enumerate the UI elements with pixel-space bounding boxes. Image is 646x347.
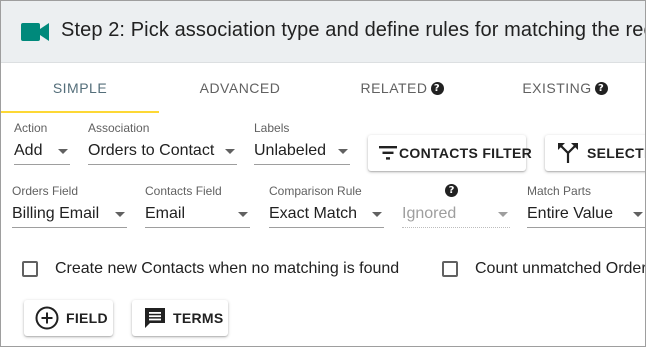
field-label: Labels [254,121,290,135]
field-label: Association [88,121,150,135]
count-unmatched-checkbox[interactable]: Count unmatched Orders [442,260,646,278]
dropdown-arrow-icon [372,212,382,217]
ignored-select: Ignored [402,200,510,228]
add-circle-icon [35,306,59,330]
create-contacts-checkbox[interactable]: Create new Contacts when no matching is … [22,260,399,278]
help-icon[interactable]: ? [430,81,444,95]
tab-existing[interactable]: EXISTING ? [483,63,645,113]
field-label: Comparison Rule [269,184,362,198]
dropdown-arrow-icon [338,149,348,154]
field-label: Match Parts [527,184,592,198]
tab-label: RELATED [360,80,428,96]
dropdown-arrow-icon [58,149,68,154]
association-select[interactable]: Orders to Contact [88,137,237,165]
tab-label: EXISTING [522,80,592,96]
contacts-field-select[interactable]: Email [145,200,250,228]
tab-advanced[interactable]: ADVANCED [159,63,321,113]
tab-simple[interactable]: SIMPLE [1,63,159,113]
checkbox-label: Count unmatched Orders [475,260,646,277]
dropdown-arrow-icon [225,149,235,154]
orders-field-select[interactable]: Billing Email [12,200,127,228]
add-field-button[interactable]: FIELD [24,300,113,336]
selected-value: Entire Value [527,204,613,222]
add-terms-button[interactable]: TERMS [132,300,228,336]
comparison-rule-select[interactable]: Exact Match [269,200,384,228]
checkbox-label: Create new Contacts when no matching is … [55,260,400,277]
selected-value: Exact Match [269,204,358,222]
selected-value: Email [145,204,186,222]
field-label: Contacts Field [145,184,222,198]
dropdown-arrow-icon [633,212,643,217]
dropdown-arrow-icon [115,212,125,217]
field-label: Orders Field [12,184,79,198]
button-label: CONTACTS FILTER [399,145,533,161]
dropdown-arrow-icon [498,212,508,217]
wizard-panel: Step 2: Pick association type and define… [0,0,646,347]
selected-value: Unlabeled [254,141,327,159]
labels-select[interactable]: Unlabeled [254,137,350,165]
field-label: Action [14,121,48,135]
video-camera-icon [21,21,49,48]
tab-bar: SIMPLE ADVANCED RELATED ? EXISTING ? [1,63,645,113]
help-icon[interactable]: ? [445,184,458,197]
match-parts-select[interactable]: Entire Value [527,200,645,228]
button-label: FIELD [66,310,108,326]
merge-arrows-icon [557,142,579,164]
tab-related[interactable]: RELATED ? [321,63,483,113]
checkbox-box[interactable] [22,261,38,277]
button-label: SELECTIONS [587,145,645,161]
button-label: TERMS [173,310,224,326]
selected-value: Add [14,141,43,159]
selected-value: Orders to Contact [88,141,215,159]
contacts-filter-button[interactable]: CONTACTS FILTER [368,135,532,171]
selections-button[interactable]: SELECTIONS [545,135,645,171]
step-header: Step 2: Pick association type and define… [1,1,646,63]
step-title: Step 2: Pick association type and define… [61,19,646,41]
active-tab-indicator [1,111,159,113]
selected-value: Ignored [402,204,457,222]
selected-value: Billing Email [12,204,100,222]
action-select[interactable]: Add [14,137,70,165]
dropdown-arrow-icon [238,212,248,217]
tab-label: SIMPLE [52,80,108,96]
comment-icon [143,306,167,330]
checkbox-box[interactable] [442,261,458,277]
filter-icon [379,146,397,160]
help-icon[interactable]: ? [594,81,608,95]
tab-label: ADVANCED [199,80,281,96]
